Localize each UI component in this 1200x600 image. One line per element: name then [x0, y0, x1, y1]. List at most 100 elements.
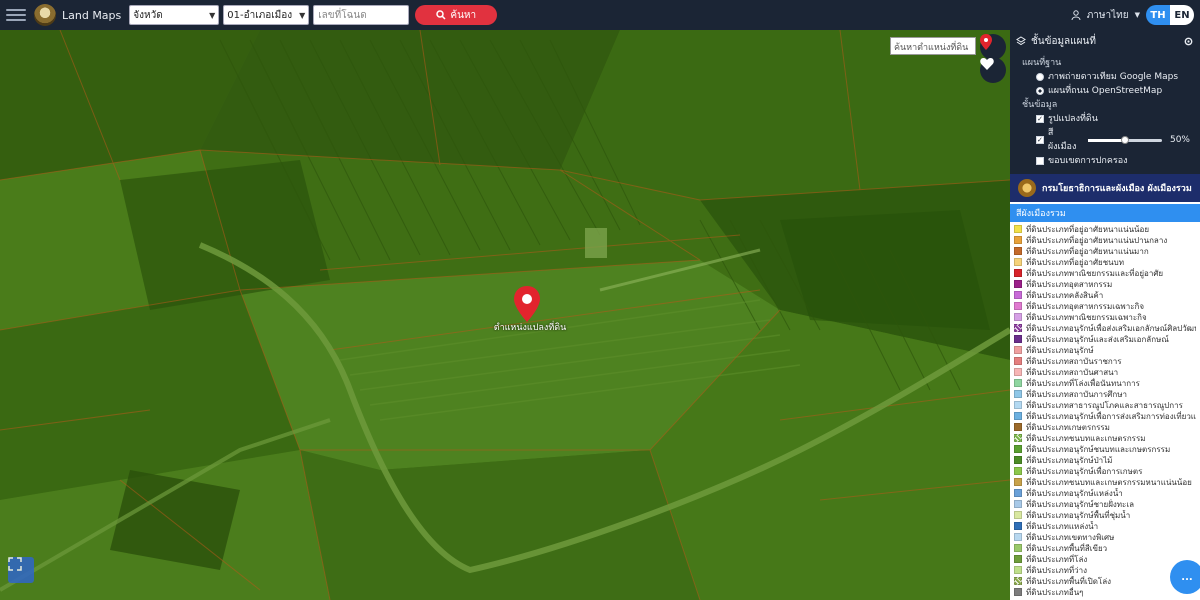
checkbox-boundaries[interactable]: [1036, 157, 1044, 165]
search-button[interactable]: ค้นหา: [415, 5, 498, 25]
legend-swatch: [1014, 236, 1022, 244]
legend-item: ที่ดินประเภทสถาบันการศึกษา: [1014, 389, 1196, 400]
legend-item: ที่ดินประเภทพื้นที่สีเขียว: [1014, 543, 1196, 554]
district-select-value: 01-อำเภอเมือง: [227, 9, 293, 21]
legend-item: ที่ดินประเภทพื้นที่เปิดโล่ง: [1014, 576, 1196, 587]
legend-label: ที่ดินประเภทอนุรักษ์ชายฝั่งทะเล: [1026, 500, 1134, 509]
legend-label: ที่ดินประเภทอื่นๆ: [1026, 588, 1084, 597]
opacity-slider[interactable]: [1087, 135, 1162, 144]
legend-label: ที่ดินประเภทสถาบันการศึกษา: [1026, 390, 1127, 399]
legend-title: สีผังเมืองรวม: [1010, 204, 1200, 222]
legend-swatch: [1014, 577, 1022, 585]
legend-label: ที่ดินประเภทอนุรักษ์พื้นที่ชุ่มน้ำ: [1026, 511, 1131, 520]
legend-swatch: [1014, 522, 1022, 530]
favorite-button[interactable]: [980, 57, 1006, 83]
fullscreen-icon: [8, 557, 22, 571]
legend-label: ที่ดินประเภทพื้นที่สีเขียว: [1026, 544, 1108, 553]
legend-label: ที่ดินประเภทอนุรักษ์เพื่อการเกษตร: [1026, 467, 1143, 476]
overlay-parcels[interactable]: ✓ รูปแปลงที่ดิน: [1022, 112, 1190, 126]
legend-label: ที่ดินประเภทอุตสาหกรรม: [1026, 280, 1113, 289]
overlay-boundaries[interactable]: ขอบเขตการปกครอง: [1022, 154, 1190, 168]
search-icon: [436, 10, 446, 20]
map-canvas[interactable]: ตำแหน่งแปลงที่ดิน ค้นหาตำแหน่งที่ดิน: [0, 30, 1010, 600]
legend-swatch: [1014, 423, 1022, 431]
radio-google[interactable]: [1036, 73, 1044, 81]
search-button-label: ค้นหา: [450, 9, 477, 21]
legend-item: ที่ดินประเภทที่อยู่อาศัยหนาแน่นมาก: [1014, 246, 1196, 257]
lang-th-option[interactable]: TH: [1146, 5, 1170, 25]
satellite-imagery: [0, 30, 1010, 600]
legend-item: ที่ดินประเภทพาณิชยกรรมและที่อยู่อาศัย: [1014, 268, 1196, 279]
chevron-down-icon: ▼: [209, 10, 216, 20]
legend-label: ที่ดินประเภทเขตทางพิเศษ: [1026, 533, 1115, 542]
legend-swatch: [1014, 555, 1022, 563]
legend-label: ที่ดินประเภทเกษตรกรรม: [1026, 423, 1110, 432]
legend-swatch: [1014, 511, 1022, 519]
zoning-legend: ที่ดินประเภทที่อยู่อาศัยหนาแน่นน้อยที่ดิ…: [1010, 222, 1200, 600]
legend-item: ที่ดินประเภทอนุรักษ์: [1014, 345, 1196, 356]
legend-item: ที่ดินประเภทแหล่งน้ำ: [1014, 521, 1196, 532]
basemap-option-google[interactable]: ภาพถ่ายดาวเทียม Google Maps: [1022, 70, 1190, 84]
checkbox-parcels[interactable]: ✓: [1036, 115, 1044, 123]
layers-icon: [1016, 36, 1026, 46]
legend-swatch: [1014, 368, 1022, 376]
legend-item: ที่ดินประเภทที่ว่าง: [1014, 565, 1196, 576]
basemap-heading: แผนที่ฐาน: [1022, 58, 1062, 68]
legend-swatch: [1014, 434, 1022, 442]
legend-label: ที่ดินประเภทที่อยู่อาศัยหนาแน่นน้อย: [1026, 225, 1150, 234]
parcel-number-input[interactable]: เลขที่โฉนด: [313, 5, 410, 25]
legend-item: ที่ดินประเภทสาธารณูปโภคและสาธารณูปการ: [1014, 400, 1196, 411]
language-toggle[interactable]: TH EN: [1146, 5, 1194, 25]
legend-label: ที่ดินประเภทสถาบันศาสนา: [1026, 368, 1119, 377]
legend-label: ที่ดินประเภทพาณิชยกรรมเฉพาะกิจ: [1026, 313, 1147, 322]
legend-swatch: [1014, 291, 1022, 299]
legend-swatch: [1014, 324, 1022, 332]
legend-swatch: [1014, 346, 1022, 354]
legend-item: ที่ดินประเภทอุตสาหกรรมเฉพาะกิจ: [1014, 301, 1196, 312]
opacity-slider-handle[interactable]: [1120, 135, 1129, 144]
checkbox-zoning[interactable]: ✓: [1036, 136, 1044, 144]
legend-item: ที่ดินประเภทที่อยู่อาศัยชนบท: [1014, 257, 1196, 268]
opacity-value: 50%: [1169, 135, 1190, 145]
legend-item: ที่ดินประเภทอนุรักษ์ชายฝั่งทะเล: [1014, 499, 1196, 510]
gear-icon[interactable]: [1183, 36, 1194, 47]
legend-swatch: [1014, 280, 1022, 288]
legend-swatch: [1014, 566, 1022, 574]
map-search-input[interactable]: ค้นหาตำแหน่งที่ดิน: [890, 37, 976, 55]
legend-item: ที่ดินประเภทที่อยู่อาศัยหนาแน่นปานกลาง: [1014, 235, 1196, 246]
legend-swatch: [1014, 445, 1022, 453]
basemap-option-osm[interactable]: แผนที่ถนน OpenStreetMap: [1022, 84, 1190, 98]
department-seal-icon: [1018, 179, 1036, 197]
overlay-zoning[interactable]: ✓ สีผังเมือง 50%: [1022, 126, 1190, 154]
logo-icon: [34, 4, 56, 26]
chevron-down-icon: ▼: [1134, 11, 1140, 19]
user-menu[interactable]: ภาษาไทย: [1087, 8, 1129, 23]
map-marker-icon: [980, 34, 992, 50]
legend-label: ที่ดินประเภทที่อยู่อาศัยหนาแน่นปานกลาง: [1026, 236, 1168, 245]
more-button[interactable]: ...: [1170, 560, 1200, 594]
legend-item: ที่ดินประเภทอนุรักษ์ป่าไม้: [1014, 455, 1196, 466]
legend-item: ที่ดินประเภทเกษตรกรรม: [1014, 422, 1196, 433]
legend-item: ที่ดินประเภทอนุรักษ์พื้นที่ชุ่มน้ำ: [1014, 510, 1196, 521]
legend-swatch: [1014, 258, 1022, 266]
legend-label: ที่ดินประเภทที่ว่าง: [1026, 566, 1088, 575]
legend-label: ที่ดินประเภทชนบทและเกษตรกรรมหนาแน่นน้อย: [1026, 478, 1192, 487]
location-pin-icon[interactable]: [514, 286, 540, 322]
panel-title: ชั้นข้อมูลแผนที่: [1031, 35, 1096, 47]
fullscreen-button[interactable]: [8, 557, 34, 583]
lang-en-option[interactable]: EN: [1170, 5, 1194, 25]
legend-swatch: [1014, 544, 1022, 552]
province-select[interactable]: จังหวัด ▼: [129, 5, 220, 25]
legend-label: ที่ดินประเภทแหล่งน้ำ: [1026, 522, 1099, 531]
district-select[interactable]: 01-อำเภอเมือง ▼: [223, 5, 310, 25]
legend-label: ที่ดินประเภทอุตสาหกรรมเฉพาะกิจ: [1026, 302, 1145, 311]
legend-label: ที่ดินประเภทชนบทและเกษตรกรรม: [1026, 434, 1146, 443]
radio-osm[interactable]: [1036, 87, 1044, 95]
legend-label: ที่ดินประเภทพื้นที่เปิดโล่ง: [1026, 577, 1112, 586]
legend-item: ที่ดินประเภทที่อยู่อาศัยหนาแน่นน้อย: [1014, 224, 1196, 235]
brand-title: Land Maps: [62, 8, 122, 22]
menu-icon[interactable]: [6, 5, 26, 25]
legend-label: ที่ดินประเภทที่อยู่อาศัยชนบท: [1026, 258, 1124, 267]
legend-swatch: [1014, 225, 1022, 233]
overlay-label: สีผังเมือง: [1047, 128, 1077, 152]
